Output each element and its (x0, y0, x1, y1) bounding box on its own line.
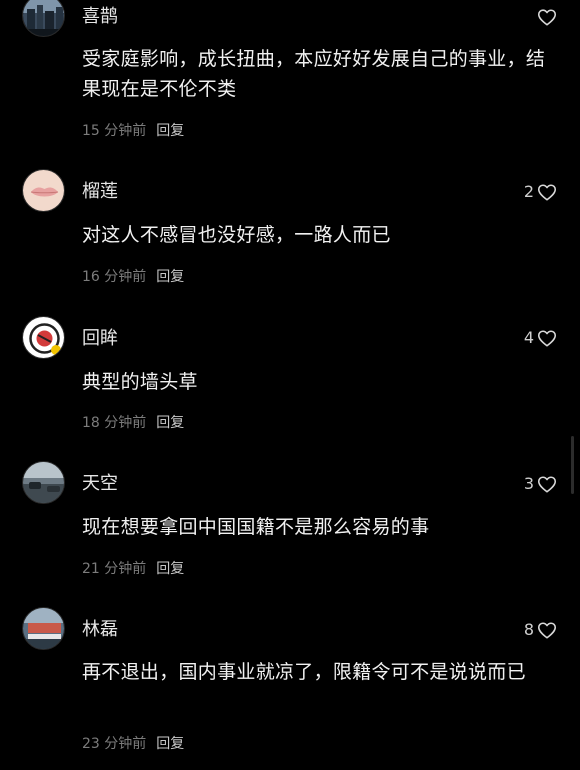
timestamp: 16 分钟前 (82, 269, 147, 285)
comment-meta: 18 分钟前 回复 (82, 414, 184, 432)
comment-meta: 21 分钟前 回复 (82, 560, 184, 578)
city-photo-avatar-icon (23, 0, 64, 36)
reply-button[interactable]: 回复 (156, 736, 184, 752)
like-button[interactable]: 3 (524, 473, 558, 495)
like-button[interactable]: 4 (524, 327, 558, 349)
comment-text: 受家庭影响，成长扭曲，本应好好发展自己的事业，结果现在是不伦不类 (82, 48, 546, 100)
avatar[interactable] (22, 169, 65, 212)
reply-button[interactable]: 回复 (156, 269, 184, 285)
reply-button[interactable]: 回复 (156, 123, 184, 139)
comment-text: 典型的墙头草 (82, 371, 198, 393)
username[interactable]: 林磊 (82, 619, 118, 641)
avatar[interactable] (22, 607, 65, 650)
timestamp: 15 分钟前 (82, 123, 147, 139)
like-count: 8 (523, 620, 534, 639)
avatar[interactable] (22, 461, 65, 504)
like-button[interactable]: 8 (524, 619, 558, 641)
comment-meta: 15 分钟前 回复 (82, 122, 184, 140)
timestamp: 23 分钟前 (82, 736, 147, 752)
like-count: 4 (523, 328, 534, 347)
like-button[interactable] (534, 6, 558, 28)
timestamp: 18 分钟前 (82, 415, 147, 431)
heart-icon (537, 476, 557, 493)
comment-text: 再不退出，国内事业就凉了，限籍令可不是说说而已 (82, 661, 526, 683)
like-button[interactable]: 2 (524, 181, 558, 203)
dock-photo-avatar-icon (23, 608, 64, 649)
username[interactable]: 榴莲 (82, 181, 118, 203)
comment-meta: 23 分钟前 回复 (82, 735, 184, 753)
scrollbar[interactable] (571, 436, 574, 494)
cartoon-badge-avatar-icon (23, 317, 64, 358)
heart-icon (537, 622, 557, 639)
like-count: 2 (523, 182, 534, 201)
street-photo-avatar-icon (23, 462, 64, 503)
timestamp: 21 分钟前 (82, 561, 147, 577)
username[interactable]: 天空 (82, 473, 118, 495)
reply-button[interactable]: 回复 (156, 561, 184, 577)
comment-text: 现在想要拿回中国国籍不是那么容易的事 (82, 516, 430, 538)
comment-meta: 16 分钟前 回复 (82, 268, 184, 286)
heart-icon (537, 184, 557, 201)
like-count: 3 (523, 474, 534, 493)
lips-avatar-icon (23, 170, 64, 211)
heart-icon (537, 330, 557, 347)
username[interactable]: 回眸 (82, 328, 118, 350)
reply-button[interactable]: 回复 (156, 415, 184, 431)
username[interactable]: 喜鹊 (82, 6, 118, 28)
heart-icon (537, 9, 557, 26)
comment-text: 对这人不感冒也没好感，一路人而已 (82, 224, 391, 246)
avatar[interactable] (22, 316, 65, 359)
avatar[interactable] (22, 0, 65, 37)
